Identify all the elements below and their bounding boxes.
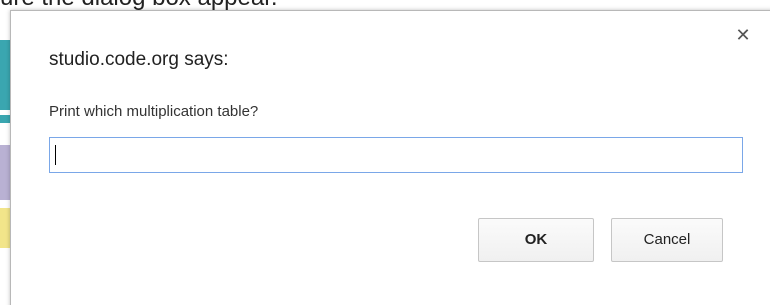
dialog-prompt-text: Print which multiplication table? [49,103,259,120]
dialog-title: studio.code.org says: [49,49,229,70]
background-page-text: ure the dialog box appear. [0,0,278,10]
cancel-button[interactable]: Cancel [611,218,723,262]
text-caret [55,145,56,165]
prompt-dialog: studio.code.org says: ✕ Print which mult… [10,10,770,305]
page: ure the dialog box appear. studio.code.o… [0,0,770,305]
close-icon[interactable]: ✕ [733,25,753,45]
ok-button[interactable]: OK [478,218,594,262]
prompt-input[interactable] [49,137,743,173]
